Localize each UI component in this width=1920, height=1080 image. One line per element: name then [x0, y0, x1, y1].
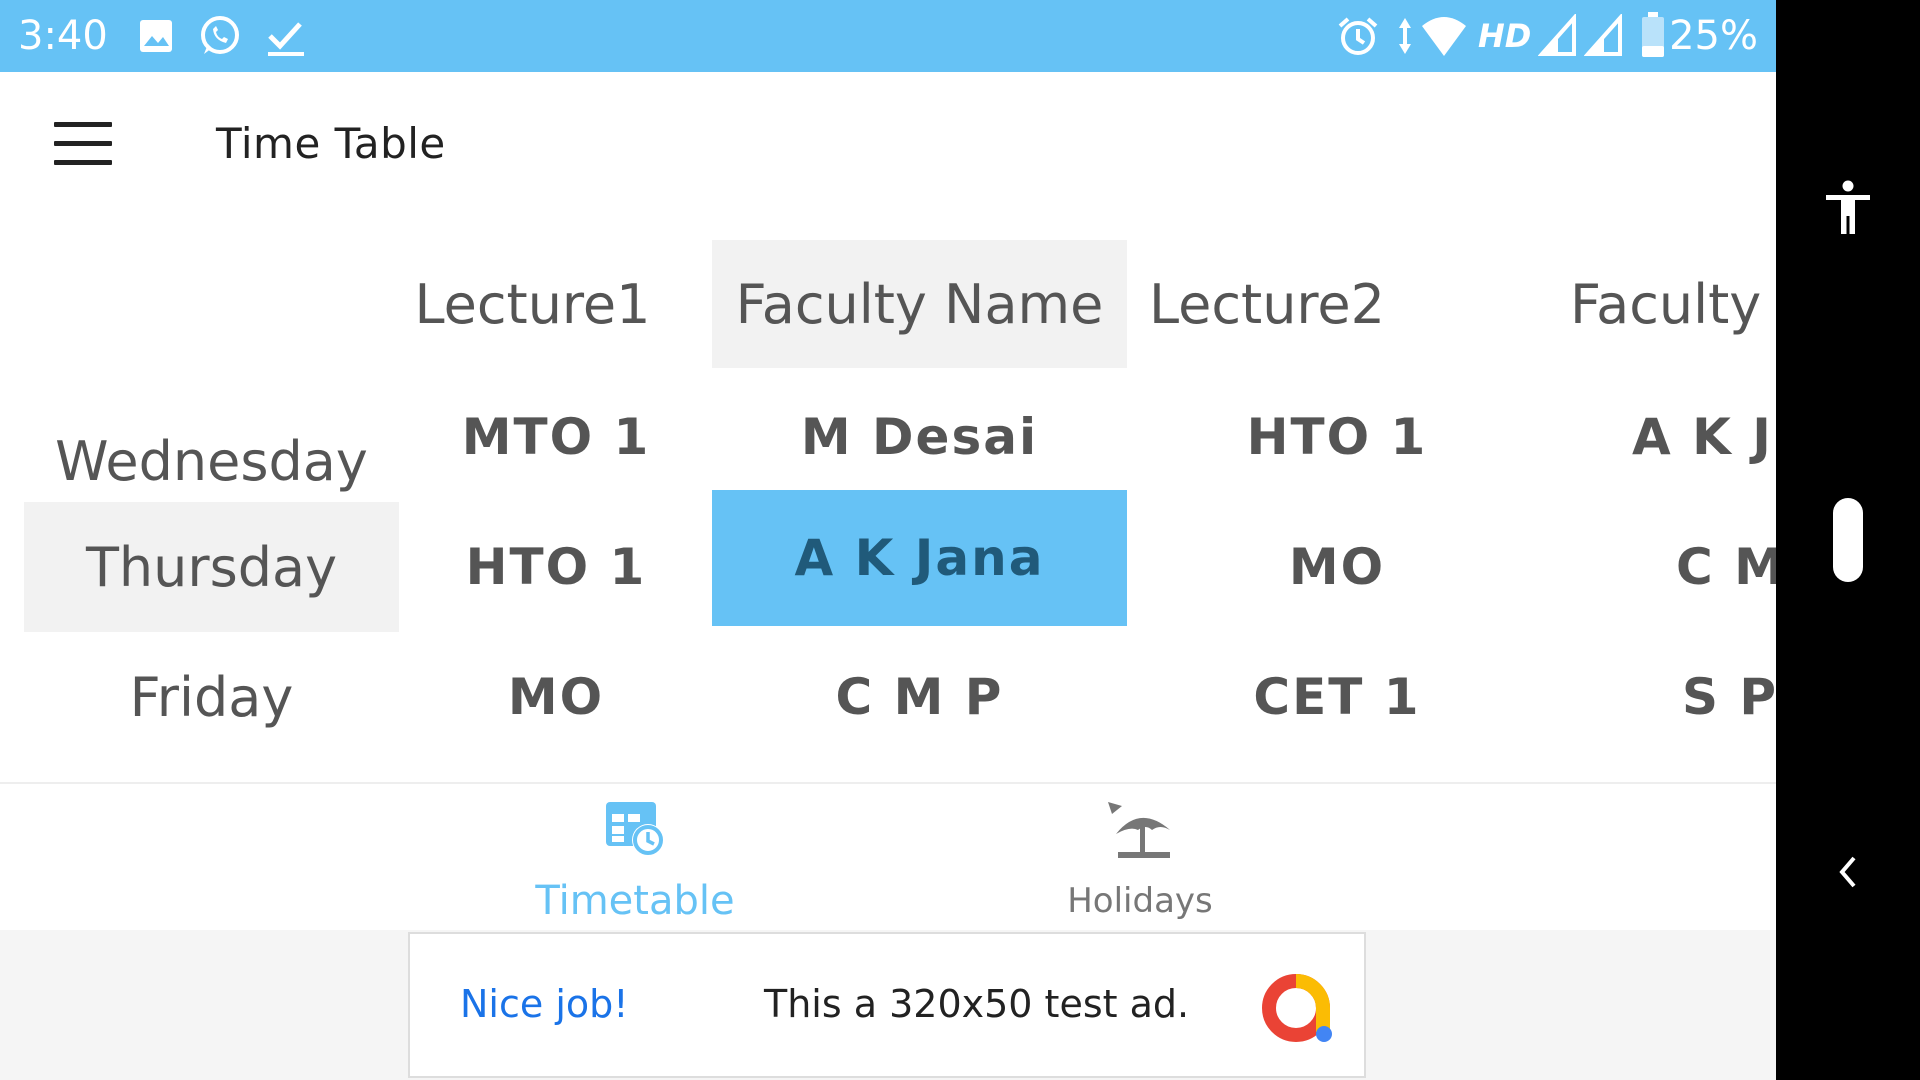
signal-icon [1584, 14, 1622, 56]
timetable-icon [606, 802, 664, 856]
wifi-icon [1422, 17, 1466, 56]
table-cell[interactable]: CET 1 [1127, 632, 1547, 762]
ad-headline: Nice job! [460, 982, 629, 1026]
bottom-navigation: Timetable Holidays [0, 782, 1776, 932]
column-header-faculty-name[interactable]: Faculty Name [712, 240, 1127, 368]
page-title: Time Table [216, 119, 446, 168]
hd-label: HD [1478, 17, 1532, 55]
table-cell[interactable]: MO [400, 632, 712, 762]
system-navigation-bar [1776, 0, 1920, 1080]
back-icon[interactable] [1834, 852, 1864, 892]
status-bar: 3:40 HD 25% [0, 0, 1776, 72]
alarm-icon [1338, 17, 1378, 55]
table-cell[interactable]: M Desai [712, 368, 1127, 488]
download-done-icon [268, 22, 304, 56]
image-icon [140, 20, 172, 52]
ad-banner[interactable]: Nice job! This a 320x50 test ad. [408, 932, 1366, 1078]
table-cell[interactable]: MO [1127, 502, 1547, 632]
battery-percent: 25% [1669, 13, 1758, 59]
day-thursday[interactable]: Thursday [24, 502, 399, 632]
table-cell[interactable]: S P [1682, 632, 1776, 762]
app-screen: 3:40 HD 25% Time Table Lecture1 Faculty … [0, 0, 1776, 1080]
column-header-lecture1[interactable]: Lecture1 [400, 240, 665, 368]
home-pill[interactable] [1833, 498, 1863, 582]
tab-timetable[interactable]: Timetable [480, 784, 790, 932]
data-arrows-icon [1399, 18, 1411, 54]
tab-holidays[interactable]: Holidays [1000, 784, 1280, 932]
table-cell[interactable]: C M [1676, 502, 1776, 632]
beach-umbrella-icon [1108, 802, 1170, 858]
ad-container: Nice job! This a 320x50 test ad. [0, 930, 1776, 1080]
accessibility-icon[interactable] [1822, 180, 1874, 236]
day-friday[interactable]: Friday [24, 632, 399, 762]
whatsapp-icon [201, 16, 239, 54]
tab-timetable-label: Timetable [535, 878, 735, 924]
tab-holidays-label: Holidays [1067, 881, 1213, 921]
menu-icon[interactable] [54, 122, 112, 166]
table-cell[interactable]: HTO 1 [400, 502, 712, 632]
table-cell-selected[interactable]: A K Jana [712, 490, 1127, 626]
battery-icon [1642, 12, 1664, 57]
column-header-faculty[interactable]: Faculty [1540, 240, 1776, 368]
timetable-grid[interactable]: Lecture1 Faculty Name Lecture2 Faculty W… [0, 216, 1776, 782]
table-cell[interactable]: A K J [1632, 368, 1776, 488]
table-cell[interactable]: C M P [712, 632, 1127, 762]
table-cell[interactable]: MTO 1 [400, 368, 712, 488]
app-bar: Time Table [0, 72, 1776, 216]
column-header-lecture2[interactable]: Lecture2 [1127, 240, 1407, 368]
day-wednesday[interactable]: Wednesday [24, 368, 399, 503]
table-cell[interactable]: HTO 1 [1127, 368, 1547, 488]
status-time: 3:40 [18, 13, 108, 59]
ad-body: This a 320x50 test ad. [764, 982, 1190, 1026]
signal-icon [1538, 14, 1576, 56]
ad-logo-icon [1262, 974, 1332, 1042]
